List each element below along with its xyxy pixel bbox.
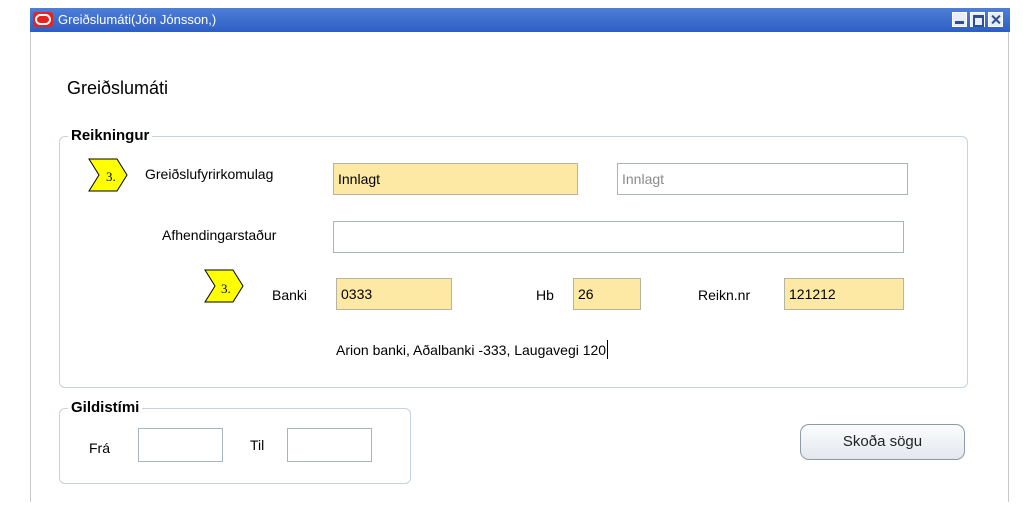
- bank-description: Arion banki, Aðalbanki -333, Laugavegi 1…: [336, 340, 609, 359]
- step-marker-label: 3.: [106, 169, 116, 184]
- greidslufyrirkomulag-description: [617, 163, 908, 195]
- text-cursor: [607, 340, 609, 359]
- fra-date-input[interactable]: [138, 428, 223, 462]
- close-button[interactable]: [988, 12, 1003, 27]
- minimize-icon: [955, 21, 964, 24]
- gildistimi-legend: Gildistími: [68, 399, 143, 416]
- afhendingarstadur-input[interactable]: [333, 221, 904, 253]
- window-border-right: [1008, 32, 1009, 502]
- maximize-button[interactable]: [970, 12, 985, 27]
- minimize-button[interactable]: [952, 12, 967, 27]
- fra-label: Frá: [89, 440, 110, 456]
- maximize-icon: [973, 15, 984, 27]
- hb-label: Hb: [536, 287, 554, 303]
- til-label: Til: [250, 437, 265, 453]
- bank-description-text: Arion banki, Aðalbanki -333, Laugavegi 1…: [336, 342, 607, 358]
- afhendingarstadur-label: Afhendingarstaður: [162, 227, 277, 243]
- payment-method-window: Greiðslumáti(Jón Jónsson,) Greiðslumáti …: [0, 0, 1020, 503]
- til-date-input[interactable]: [287, 428, 372, 462]
- window-title: Greiðslumáti(Jón Jónsson,): [58, 12, 217, 27]
- greidslufyrirkomulag-label: Greiðslufyrirkomulag: [145, 166, 274, 182]
- step-marker-label: 3.: [221, 281, 231, 296]
- oracle-logo-icon: [33, 12, 53, 27]
- page-title: Greiðslumáti: [67, 78, 169, 98]
- banki-label: Banki: [272, 287, 308, 303]
- reikn-nr-input[interactable]: [784, 278, 904, 310]
- greidslufyrirkomulag-input[interactable]: [333, 163, 578, 195]
- view-history-button[interactable]: Skoða sögu: [800, 424, 965, 460]
- reikn-nr-label: Reikn.nr: [698, 287, 751, 303]
- banki-input[interactable]: [336, 278, 452, 310]
- window-border-left: [30, 32, 31, 502]
- reikningur-legend: Reikningur: [68, 127, 153, 144]
- title-bar[interactable]: Greiðslumáti(Jón Jónsson,): [30, 8, 1010, 32]
- hb-input[interactable]: [573, 278, 641, 310]
